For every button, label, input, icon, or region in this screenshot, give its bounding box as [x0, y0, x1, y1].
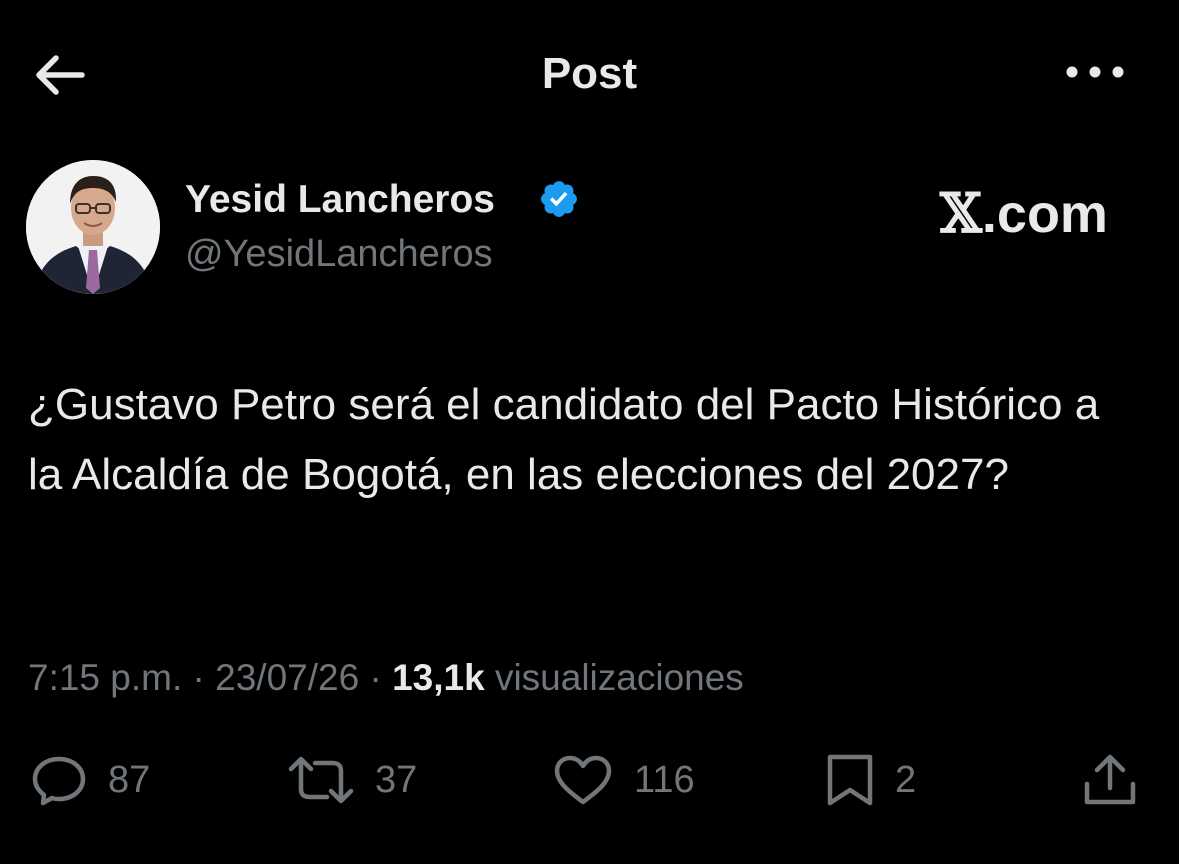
like-button[interactable]: 116 — [552, 745, 695, 815]
reply-count: 87 — [108, 759, 151, 801]
action-bar: 87 37 116 2 — [0, 745, 1179, 815]
watermark-domain: .com — [981, 184, 1108, 244]
heart-icon — [554, 755, 612, 805]
retweet-icon — [288, 756, 354, 804]
more-options-button[interactable] — [1062, 52, 1128, 92]
post-text: ¿Gustavo Petro será el candidato del Pac… — [28, 380, 1100, 499]
views-label: visualizaciones — [494, 657, 744, 698]
x-com-watermark: 𝕏.com — [940, 182, 1108, 245]
retweet-count: 37 — [375, 759, 418, 801]
bookmark-icon — [827, 754, 873, 806]
retweet-button[interactable]: 37 — [287, 745, 417, 815]
reply-button[interactable]: 87 — [30, 745, 150, 815]
like-count: 116 — [634, 759, 695, 801]
bookmark-button[interactable]: 2 — [825, 745, 916, 815]
views-count[interactable]: 13,1k — [392, 657, 485, 698]
share-icon — [1084, 754, 1136, 805]
post-date: 23/07/26 — [215, 657, 360, 698]
reply-icon — [32, 756, 86, 806]
meta-separator: · — [192, 657, 205, 698]
top-bar: Post — [0, 0, 1179, 148]
share-button[interactable] — [1080, 745, 1140, 815]
verified-badge-icon — [538, 178, 580, 220]
author-name[interactable]: Yesid Lancheros — [185, 176, 495, 224]
meta-separator: · — [369, 657, 382, 698]
post-time: 7:15 p.m. — [28, 657, 183, 698]
page-title: Post — [541, 49, 638, 98]
avatar[interactable] — [26, 160, 160, 294]
profile-photo — [26, 160, 160, 294]
more-horizontal-icon — [1066, 66, 1124, 78]
post-metadata: 7:15 p.m. · 23/07/26 · 13,1k visualizaci… — [28, 654, 744, 702]
author-handle[interactable]: @YesidLancheros — [185, 230, 493, 278]
bookmark-count: 2 — [895, 759, 917, 801]
x-logo: 𝕏 — [940, 181, 982, 245]
